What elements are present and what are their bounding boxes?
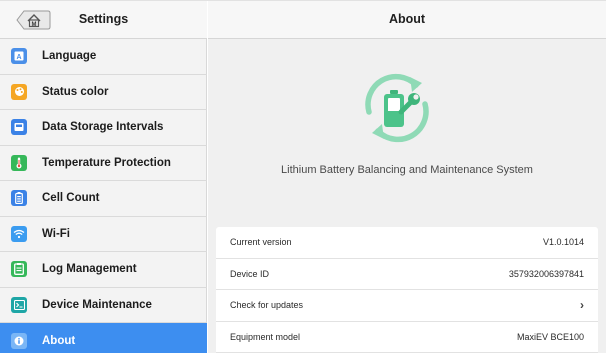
sidebar-item-log-management[interactable]: Log Management	[0, 252, 207, 288]
settings-sidebar: M Settings A Language Status color Data …	[0, 1, 207, 353]
row-label: Check for updates	[230, 300, 304, 311]
sidebar-item-label: Temperature Protection	[42, 156, 171, 169]
terminal-icon	[11, 296, 27, 313]
settings-menu: A Language Status color Data Storage Int…	[0, 39, 207, 353]
wifi-icon	[11, 225, 27, 242]
content-header: About	[208, 1, 606, 39]
battery-cell-icon	[11, 190, 27, 207]
page-title: About	[388, 12, 426, 26]
thermometer-icon	[11, 154, 27, 171]
sidebar-item-label: Language	[42, 50, 97, 63]
sidebar-item-label: Status color	[42, 85, 109, 98]
chevron-right-icon: ›	[580, 298, 584, 313]
sidebar-item-label: About	[42, 334, 76, 347]
storage-icon	[11, 119, 27, 136]
current-version-value: V1.0.1014	[542, 237, 584, 248]
about-panel: About Lithium Battery Balancing and Main…	[208, 1, 606, 353]
equipment-model-row: Equipment model MaxiEV BCE100	[216, 321, 598, 353]
sidebar-item-label: Wi-Fi	[42, 227, 70, 240]
sidebar-title: Settings	[78, 12, 129, 26]
equipment-model-value: MaxiEV BCE100	[516, 331, 584, 342]
sidebar-item-language[interactable]: A Language	[0, 39, 207, 75]
sidebar-header: M Settings	[0, 1, 207, 39]
palette-icon	[11, 83, 27, 100]
device-id-row: Device ID 357932006397841	[216, 258, 598, 290]
sidebar-item-label: Log Management	[42, 263, 137, 276]
row-label: Equipment model	[230, 331, 301, 342]
sidebar-item-temperature-protection[interactable]: Temperature Protection	[0, 146, 207, 181]
device-id-value: 357932006397841	[508, 268, 584, 279]
system-name: Lithium Battery Balancing and Maintenanc…	[281, 164, 533, 176]
settings-screen: M Settings A Language Status color Data …	[0, 0, 606, 353]
language-icon: A	[11, 48, 27, 65]
log-icon	[11, 261, 27, 278]
sidebar-item-device-maintenance[interactable]: Device Maintenance	[0, 288, 207, 323]
sidebar-item-cell-count[interactable]: Cell Count	[0, 181, 207, 217]
sidebar-item-wifi[interactable]: Wi-Fi	[0, 217, 207, 252]
sidebar-item-label: Data Storage Intervals	[42, 121, 164, 134]
check-for-updates-row[interactable]: Check for updates ›	[216, 290, 598, 322]
battery-maintenance-logo-icon	[354, 65, 440, 151]
row-label: Current version	[230, 237, 292, 248]
sidebar-item-label: Cell Count	[42, 192, 100, 205]
info-icon	[11, 332, 27, 349]
sidebar-item-data-storage-intervals[interactable]: Data Storage Intervals	[0, 110, 207, 146]
sidebar-item-status-color[interactable]: Status color	[0, 75, 207, 110]
sidebar-item-label: Device Maintenance	[42, 298, 152, 311]
svg-text:A: A	[16, 54, 21, 61]
sidebar-item-about[interactable]: About	[0, 323, 207, 353]
row-label: Device ID	[230, 268, 270, 279]
current-version-row: Current version V1.0.1014	[216, 227, 598, 259]
device-info-list: Current version V1.0.1014 Device ID 3579…	[216, 227, 598, 353]
